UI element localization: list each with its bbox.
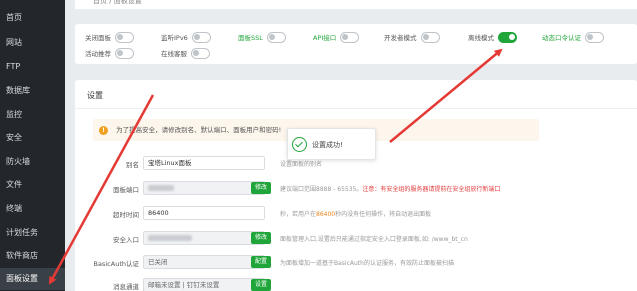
port-hint-range: 建议端口范围8888 - 65535。 [280, 186, 363, 193]
sidebar-item-website[interactable]: 网站 [0, 32, 65, 54]
alias-hint: 设置面板的别名 [280, 161, 323, 168]
sidebar: 首页 网站 FTP 数据库 监控 安全 防火墙 文件 终端 计划任务 软件商店 … [0, 0, 65, 291]
sidebar-item-cron[interactable]: 计划任务 [0, 222, 65, 244]
redacted-value [148, 235, 192, 241]
msg-channel-set-button[interactable]: 设置 [251, 279, 272, 291]
basic-auth-hint: 为面板增加一道基于BasicAuth的认证服务，有效防止面板被扫描 [280, 260, 454, 267]
basic-auth-label: BasicAuth认证 [93, 260, 139, 268]
breadcrumb: 首页 / 面板设置 [75, 0, 637, 10]
sidebar-item-app-store[interactable]: 软件商店 [0, 245, 65, 267]
check-circle-icon [292, 137, 307, 152]
entry-label: 安全入口 [113, 236, 139, 244]
port-edit-button[interactable]: 修改 [251, 182, 272, 194]
toggle-label: 离线模式 [468, 34, 494, 42]
timeout-label: 超时时间 [113, 211, 139, 219]
entry-input [143, 231, 265, 245]
toggle-label: 动态口令认证 [542, 34, 581, 42]
timeout-hint-a: 秒，若用户在 [280, 211, 317, 218]
sidebar-item-home[interactable]: 首页 [0, 7, 65, 29]
toggle-label: 在线客服 [161, 50, 187, 58]
timeout-input[interactable]: 86400 [143, 206, 265, 220]
switch-off[interactable] [115, 31, 134, 43]
warning-icon: ! [99, 125, 108, 135]
toggle-label: 开发者模式 [384, 34, 417, 42]
sidebar-item-security[interactable]: 安全 [0, 127, 65, 149]
msg-channel-label: 消息通道 [113, 283, 139, 291]
switch-off[interactable] [420, 31, 440, 43]
panel-settings-screen: 首页 网站 FTP 数据库 监控 安全 防火墙 文件 终端 计划任务 软件商店 … [0, 0, 637, 291]
settings-title: 设置 [87, 91, 103, 100]
redacted-value [148, 185, 174, 191]
toggle-dev-mode[interactable]: 开发者模式 [384, 30, 440, 44]
alias-input[interactable]: 宝塔Linux面板 [143, 156, 265, 170]
success-toast: 设置成功! [287, 128, 376, 160]
port-hint: 建议端口范围8888 - 65535。注意：有安全组的服务器请提前在安全组放行新… [280, 184, 500, 193]
port-label: 面板端口 [113, 186, 139, 194]
toggle-listen-ipv6[interactable]: 监听IPv6 [161, 30, 211, 44]
sidebar-item-files[interactable]: 文件 [0, 174, 65, 196]
basic-auth-status: 已关闭 [143, 255, 265, 269]
toggle-online-service[interactable]: 在线客服 [161, 46, 210, 60]
switch-off[interactable] [585, 31, 604, 43]
toggle-dynamic-2fa[interactable]: 动态口令认证 [542, 30, 604, 44]
switch-on[interactable] [498, 31, 517, 43]
sidebar-item-ftp[interactable]: FTP [0, 56, 65, 78]
toggle-label: 监听IPv6 [161, 34, 188, 42]
alias-label: 别名 [126, 161, 139, 169]
sidebar-item-panel-settings[interactable]: 面板设置 [0, 268, 65, 290]
port-input [143, 181, 265, 195]
sidebar-item-database[interactable]: 数据库 [0, 80, 65, 102]
toggle-offline-mode[interactable]: 离线模式 [468, 30, 517, 44]
toggle-panel-ssl[interactable]: 面板SSL [238, 30, 286, 44]
sidebar-item-monitor[interactable]: 监控 [0, 104, 65, 126]
content-gutter [65, 0, 75, 291]
toggle-activity-recommend[interactable]: 活动推荐 [85, 46, 134, 60]
toggle-close-panel[interactable]: 关闭面板 [85, 30, 134, 44]
timeout-hint: 秒，若用户在86400秒内没有任何操作，将自动退出面板 [280, 209, 431, 218]
settings-card: 设置 ! 为了提高安全，请修改别名、默认端口、面板用户和密码! 别名 宝塔Lin… [75, 80, 637, 291]
sidebar-item-terminal[interactable]: 终端 [0, 198, 65, 220]
switch-off[interactable] [340, 31, 360, 43]
sidebar-item-firewall[interactable]: 防火墙 [0, 151, 65, 173]
toggle-label: 关闭面板 [85, 34, 111, 42]
switch-off[interactable] [266, 31, 286, 43]
timeout-hint-b: 秒内没有任何操作，将自动退出面板 [335, 211, 432, 218]
msg-channel-status: 邮箱未设置 | 钉钉未设置 [143, 278, 265, 291]
toggle-api[interactable]: API接口 [313, 30, 360, 44]
toggle-label: 面板SSL [238, 34, 263, 42]
toggle-label: API接口 [313, 34, 337, 42]
basic-auth-config-button[interactable]: 配置 [251, 256, 272, 268]
port-hint-note: 注意：有安全组的服务器请提前在安全组放行新端口 [362, 186, 501, 193]
warning-text: 为了提高安全，请修改别名、默认端口、面板用户和密码! [116, 126, 282, 134]
entry-edit-button[interactable]: 修改 [251, 232, 272, 244]
divider [75, 108, 637, 109]
switch-off[interactable] [115, 47, 134, 59]
feature-toggles-card: 关闭面板 监听IPv6 面板SSL API接口 开发者模式 离线模式 动态口令认… [75, 24, 637, 64]
entry-hint: 面板管理入口,设置后只能通过指定安全入口登录面板,如: /www_bt_cn [280, 236, 468, 243]
switch-off[interactable] [191, 31, 211, 43]
switch-off[interactable] [191, 47, 210, 59]
toast-text: 设置成功! [312, 141, 343, 149]
timeout-hint-num: 86400 [316, 211, 336, 218]
toggle-label: 活动推荐 [85, 50, 111, 58]
